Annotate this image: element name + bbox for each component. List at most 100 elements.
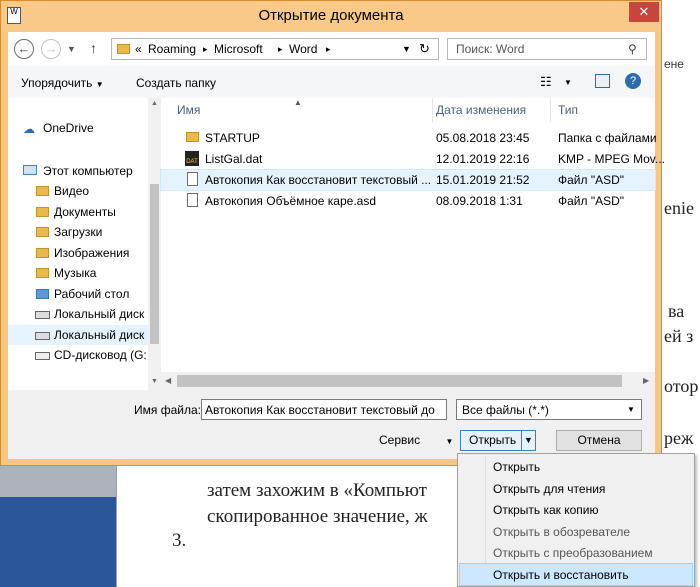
menu-item-label: Открыть для чтения	[493, 482, 606, 496]
page-border	[116, 466, 117, 587]
address-dropdown-icon[interactable]: ▼	[402, 44, 411, 54]
file-type: Файл "ASD"	[558, 194, 625, 208]
file-row[interactable]: DAT ListGal.dat 12.01.2019 22:16 KMP - M…	[161, 149, 665, 169]
file-list-horizontal-scrollbar[interactable]: ◀ ▶	[161, 372, 655, 390]
breadcrumb-separator-icon[interactable]: ▸	[203, 44, 208, 55]
filename-field[interactable]: Автокопия Как восстановит текстовый до	[201, 399, 447, 420]
file-name: Автокопия Объёмное каре.asd	[205, 194, 376, 208]
view-chevron-down-icon[interactable]: ▼	[564, 78, 572, 87]
menu-item-open-and-repair[interactable]: Открыть и восстановить	[459, 563, 693, 586]
file-type: KMP - MPEG Mov...	[558, 152, 665, 166]
scrollbar-thumb[interactable]	[150, 184, 159, 344]
sidebar-item-documents[interactable]: Документы	[8, 202, 148, 222]
open-button[interactable]: Открыть ▼	[460, 430, 536, 451]
sidebar-item-onedrive[interactable]: ☁ OneDrive	[8, 118, 148, 138]
breadcrumb-separator-icon[interactable]: ▸	[278, 44, 283, 55]
sidebar-item-video[interactable]: Видео	[8, 181, 148, 201]
file-type: Файл "ASD"	[558, 173, 625, 187]
help-icon[interactable]: ?	[625, 73, 641, 89]
sidebar-item-this-pc[interactable]: Этот компьютер	[8, 161, 148, 181]
up-arrow-icon[interactable]: ↑	[90, 40, 97, 56]
path-prefix: «	[135, 42, 142, 56]
address-bar[interactable]: « Roaming ▸ Microsoft ▸ Word ▸ ▼ ↻	[111, 38, 439, 60]
file-date: 05.08.2018 23:45	[436, 131, 530, 145]
tools-button[interactable]: Сервис ▼	[379, 433, 453, 447]
close-button[interactable]: ✕	[629, 2, 659, 22]
back-button[interactable]: ←	[14, 39, 34, 59]
menu-item-open-in-browser[interactable]: Открыть в обозревателе	[460, 521, 692, 542]
drive-icon	[35, 332, 50, 340]
pictures-folder-icon	[36, 248, 49, 258]
sidebar-item-desktop[interactable]: Рабочий стол	[8, 284, 148, 304]
music-folder-icon	[36, 268, 49, 278]
chevron-down-icon: ▼	[95, 80, 104, 89]
menu-item-open[interactable]: Открыть	[460, 456, 692, 477]
scroll-down-icon[interactable]: ▼	[151, 378, 158, 385]
scroll-up-icon[interactable]: ▲	[151, 100, 158, 107]
search-box[interactable]: Поиск: Word ⚲	[447, 38, 647, 60]
sidebar-item-label: Музыка	[54, 266, 97, 280]
file-date: 12.01.2019 22:16	[436, 152, 530, 166]
scroll-right-icon[interactable]: ▶	[643, 376, 649, 385]
view-options-icon[interactable]: ☷	[540, 74, 552, 90]
breadcrumb-word[interactable]: Word	[289, 42, 317, 56]
breadcrumb-microsoft[interactable]: Microsoft	[214, 42, 263, 56]
sidebar-item-pictures[interactable]: Изображения	[8, 243, 148, 263]
filetype-value: Все файлы (*.*)	[462, 403, 549, 417]
sidebar-item-downloads[interactable]: Загрузки	[8, 222, 148, 242]
breadcrumb-roaming[interactable]: Roaming	[148, 42, 196, 56]
title-bar[interactable]: W Открытие документа ✕	[1, 1, 661, 32]
sidebar-item-local-disk[interactable]: Локальный диск	[8, 304, 148, 324]
sidebar-item-label: OneDrive	[43, 121, 94, 135]
sidebar-item-label: Локальный диск	[54, 328, 145, 342]
downloads-folder-icon	[36, 227, 49, 237]
sidebar-item-label: Локальный диск	[54, 307, 145, 321]
file-list: ▲ Имя Дата изменения Тип STARTUP 05.08.2…	[160, 98, 665, 390]
open-dropdown-arrow-icon[interactable]: ▼	[524, 431, 533, 450]
column-header-name[interactable]: Имя	[177, 103, 200, 127]
dialog-footer: Имя файла: Автокопия Как восстановит тек…	[8, 390, 655, 459]
split-divider	[521, 430, 522, 450]
desktop-folder-icon	[36, 289, 49, 299]
list-number: 3.	[172, 530, 187, 551]
menu-item-open-as-copy[interactable]: Открыть как копию	[460, 499, 692, 520]
preview-pane-icon[interactable]	[595, 74, 610, 88]
sidebar-item-cd-drive[interactable]: CD-дисковод (G:	[8, 345, 148, 365]
file-name: Автокопия Как восстановит текстовый ...	[205, 173, 432, 187]
scrollbar-thumb[interactable]	[177, 375, 622, 387]
filetype-select[interactable]: Все файлы (*.*) ▼	[456, 399, 642, 420]
column-header-type[interactable]: Тип	[558, 103, 578, 127]
filename-label: Имя файла:	[134, 403, 201, 417]
column-separator[interactable]	[432, 98, 433, 122]
sidebar-item-label: Рабочий стол	[54, 287, 130, 301]
sidebar-item-local-disk-selected[interactable]: Локальный диск	[8, 325, 148, 345]
cd-drive-icon	[35, 352, 50, 360]
new-folder-button[interactable]: Создать папку	[136, 76, 216, 90]
menu-item-open-with-transform[interactable]: Открыть с преобразованием	[460, 542, 692, 563]
chevron-down-icon: ▼	[627, 405, 635, 414]
navigation-pane-scrollbar[interactable]: ▲ ▼	[148, 98, 161, 390]
column-header-date[interactable]: Дата изменения	[436, 103, 526, 127]
sidebar-item-label: Изображения	[54, 246, 130, 260]
forward-button[interactable]: →	[41, 39, 61, 59]
recent-locations-chevron-icon[interactable]: ▼	[67, 44, 76, 54]
file-date: 15.01.2019 21:52	[436, 173, 530, 187]
menu-item-label: Открыть с преобразованием	[493, 546, 653, 560]
menu-item-open-read-only[interactable]: Открыть для чтения	[460, 478, 692, 499]
search-input[interactable]: Поиск: Word	[456, 42, 524, 56]
refresh-icon[interactable]: ↻	[419, 41, 430, 57]
computer-icon	[23, 165, 37, 175]
file-row-selected[interactable]: Автокопия Как восстановит текстовый ... …	[160, 169, 656, 191]
video-folder-icon	[36, 186, 49, 196]
file-type: Папка с файлами	[558, 131, 657, 145]
organize-button[interactable]: Упорядочить ▼	[21, 76, 104, 90]
file-row[interactable]: Автокопия Объёмное каре.asd 08.09.2018 1…	[161, 191, 655, 211]
sidebar-item-music[interactable]: Музыка	[8, 263, 148, 283]
breadcrumb-separator-icon[interactable]: ▸	[326, 44, 331, 55]
column-separator[interactable]	[550, 98, 551, 122]
sidebar-item-label: Загрузки	[54, 225, 103, 239]
cancel-button[interactable]: Отмена	[556, 430, 642, 451]
file-row[interactable]: STARTUP 05.08.2018 23:45 Папка с файлами	[161, 128, 657, 148]
scroll-left-icon[interactable]: ◀	[165, 376, 171, 385]
document-text-fragment: реж	[664, 428, 694, 448]
